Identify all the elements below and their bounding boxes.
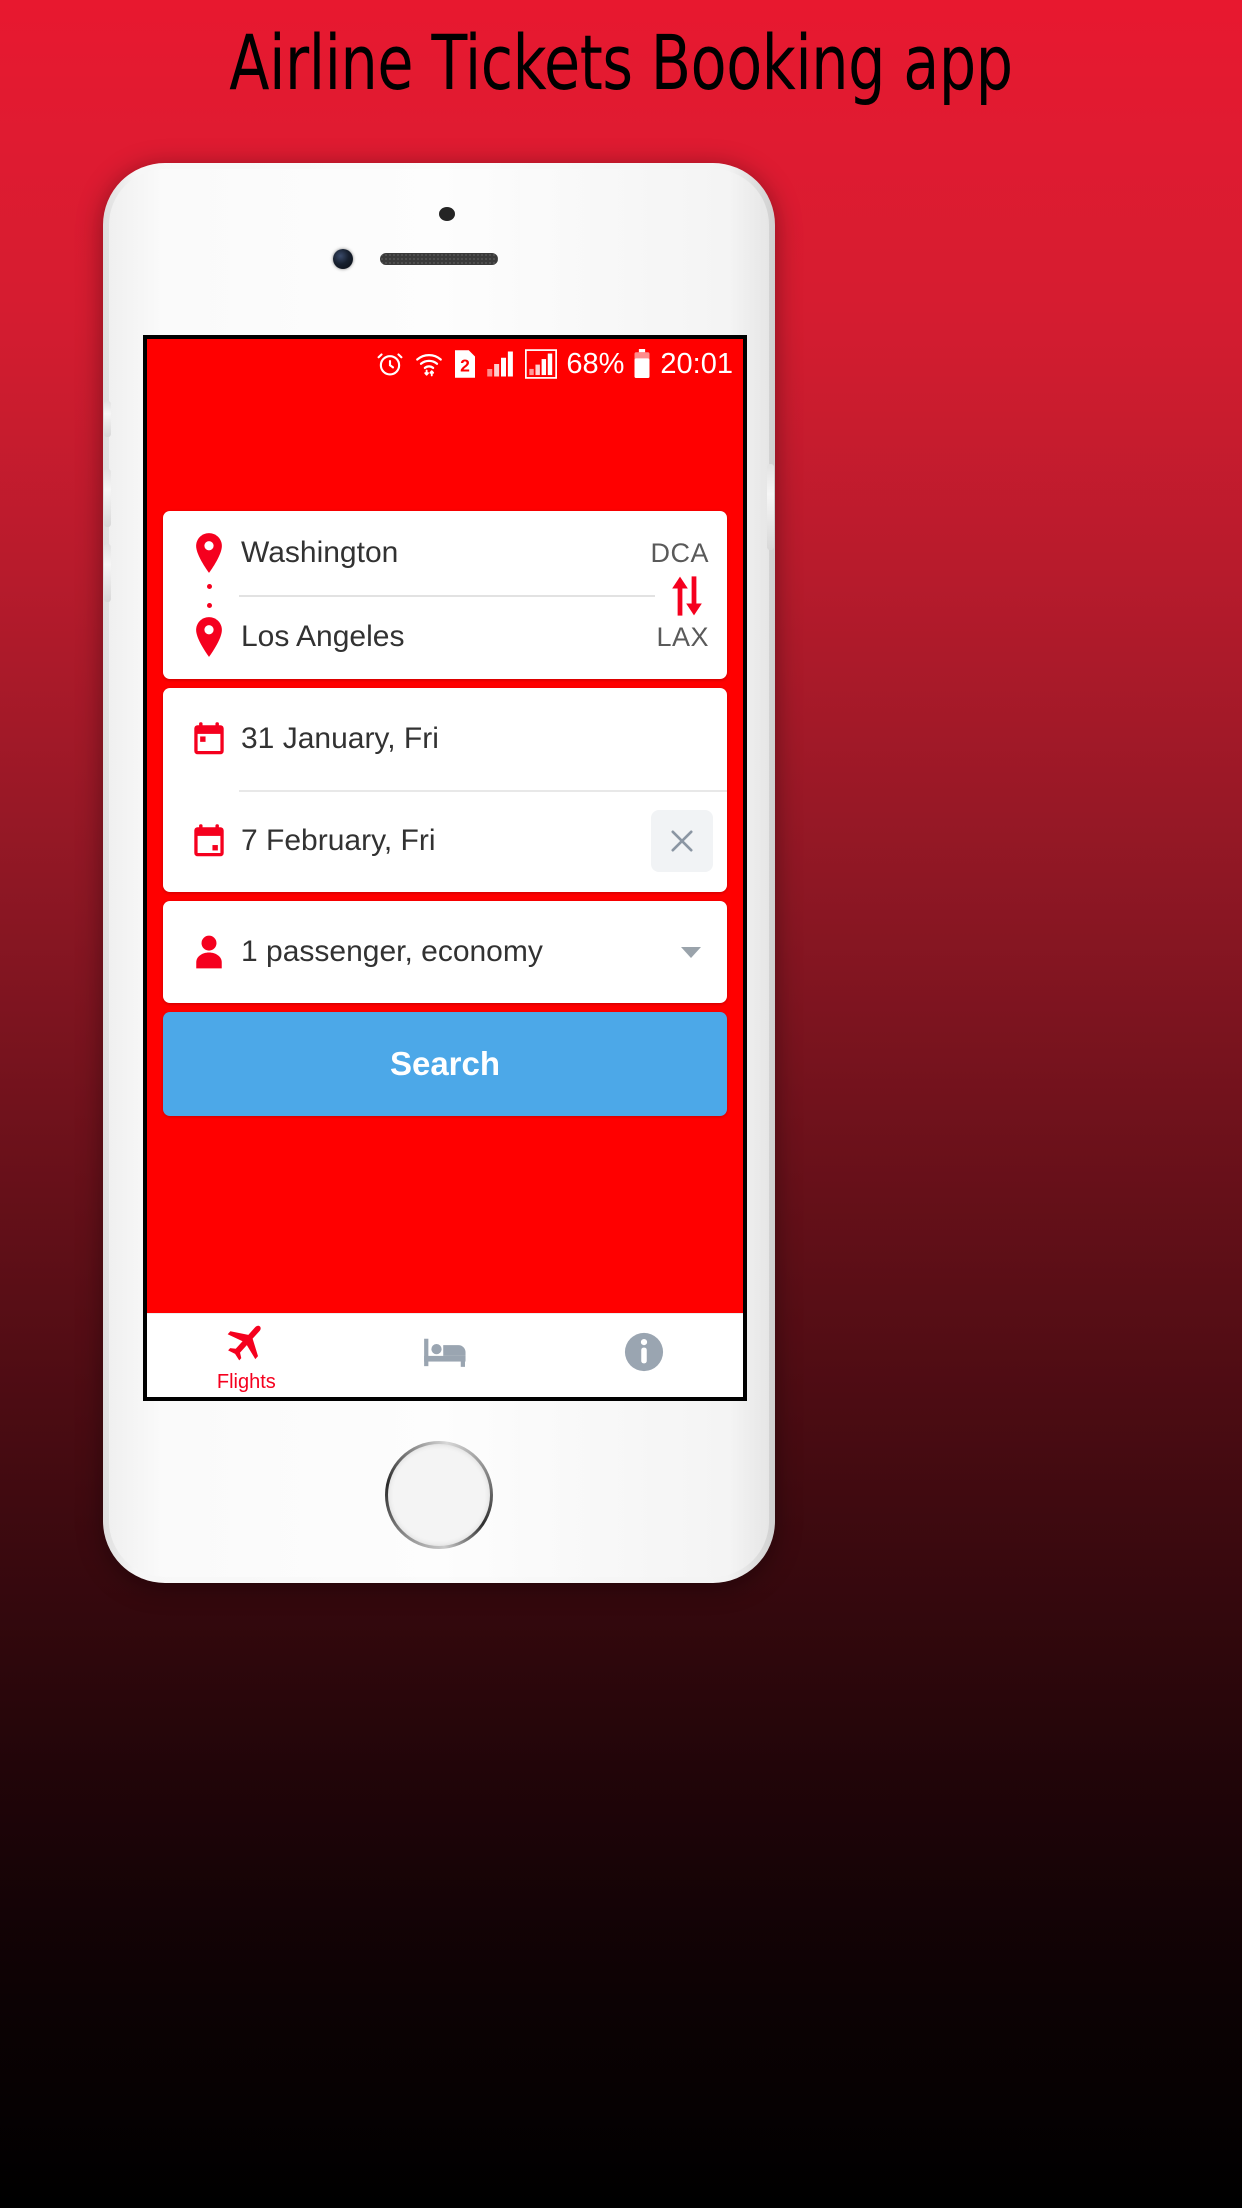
earpiece-speaker bbox=[380, 253, 498, 265]
wifi-icon bbox=[414, 349, 444, 379]
airplane-icon bbox=[223, 1319, 269, 1370]
destination-code: LAX bbox=[656, 621, 709, 652]
calendar-icon bbox=[185, 823, 233, 859]
page-title: Airline Tickets Booking app bbox=[229, 18, 1013, 107]
battery-icon bbox=[633, 349, 651, 379]
origin-row[interactable]: Washington DCA bbox=[163, 511, 727, 595]
signal-2-icon bbox=[525, 349, 558, 379]
origin-code: DCA bbox=[650, 537, 709, 568]
alarm-clock-icon bbox=[375, 349, 405, 379]
depart-date-label: 31 January, Fri bbox=[241, 722, 439, 755]
home-button[interactable] bbox=[385, 1441, 493, 1549]
search-button[interactable]: Search bbox=[163, 1012, 727, 1116]
passenger-label: 1 passenger, economy bbox=[241, 935, 543, 968]
return-date-label: 7 February, Fri bbox=[241, 824, 436, 857]
app-content: Washington DCA Los Angeles LAX 31 Januar… bbox=[147, 389, 743, 1313]
phone-screen: 2 68% 20:01 Washington DCA Los Angeles L… bbox=[143, 335, 747, 1401]
nav-label-flights: Flights bbox=[216, 1371, 276, 1393]
proximity-sensor bbox=[439, 207, 455, 221]
depart-date-row[interactable]: 31 January, Fri bbox=[163, 688, 727, 790]
calendar-icon bbox=[185, 721, 233, 757]
route-card: Washington DCA Los Angeles LAX bbox=[163, 511, 727, 679]
destination-city: Los Angeles bbox=[241, 620, 405, 653]
content-filler bbox=[163, 1116, 727, 1313]
signal-1-icon bbox=[486, 350, 516, 378]
power-button[interactable] bbox=[767, 464, 774, 550]
front-camera bbox=[333, 249, 353, 269]
chevron-down-icon[interactable] bbox=[681, 946, 701, 958]
nav-item-flights[interactable]: Flights bbox=[147, 1319, 346, 1392]
clock-label: 20:01 bbox=[660, 347, 733, 380]
destination-row[interactable]: Los Angeles LAX bbox=[163, 595, 727, 679]
dates-card: 31 January, Fri 7 February, Fri bbox=[163, 688, 727, 892]
sim-2-icon: 2 bbox=[453, 349, 477, 379]
volume-down-button[interactable] bbox=[104, 544, 111, 602]
person-icon bbox=[185, 934, 233, 970]
svg-text:2: 2 bbox=[461, 356, 471, 376]
hotel-bed-icon bbox=[422, 1332, 468, 1377]
passenger-row[interactable]: 1 passenger, economy bbox=[163, 901, 727, 1003]
return-date-row[interactable]: 7 February, Fri bbox=[163, 790, 727, 892]
top-spacer bbox=[163, 389, 727, 511]
phone-body: 2 68% 20:01 Washington DCA Los Angeles L… bbox=[104, 169, 774, 1577]
battery-percent-label: 68% bbox=[566, 347, 625, 380]
clear-return-date-button[interactable] bbox=[651, 810, 713, 872]
status-bar: 2 68% 20:01 bbox=[147, 339, 743, 389]
nav-item-info[interactable] bbox=[544, 1330, 743, 1381]
info-circle-icon bbox=[622, 1330, 666, 1379]
bottom-navigation: Flights bbox=[147, 1313, 743, 1397]
map-pin-icon bbox=[185, 616, 233, 658]
origin-city: Washington bbox=[241, 536, 399, 569]
mute-switch[interactable] bbox=[104, 401, 111, 437]
volume-up-button[interactable] bbox=[104, 469, 111, 527]
phone-mockup: 2 68% 20:01 Washington DCA Los Angeles L… bbox=[103, 163, 775, 1583]
nav-item-hotels[interactable] bbox=[346, 1332, 545, 1379]
